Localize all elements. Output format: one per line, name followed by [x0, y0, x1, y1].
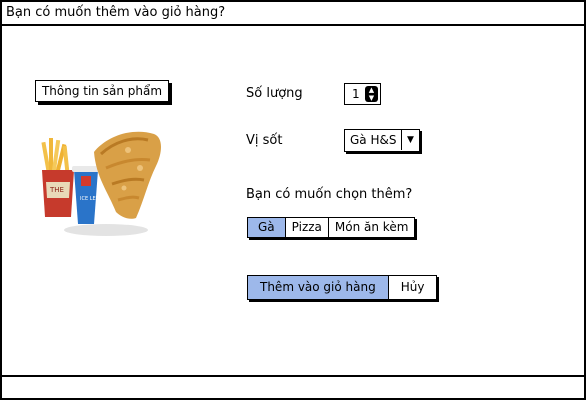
- quantity-value: 1: [352, 87, 360, 101]
- add-to-cart-button[interactable]: Thêm vào giỏ hàng: [248, 276, 389, 299]
- sauce-selected-value: Gà H&S: [350, 133, 397, 147]
- extras-option-mon-an-kem[interactable]: Món ăn kèm: [329, 218, 414, 237]
- stepper-arrows-icon[interactable]: ▲ ▼: [365, 86, 378, 102]
- chevron-down-icon[interactable]: ▼: [401, 130, 419, 150]
- fries-box-text: THE: [49, 186, 64, 194]
- title-bar: Bạn có muốn thêm vào giỏ hàng?: [2, 2, 584, 26]
- product-image: THE ICE LEMON TEA: [41, 131, 161, 236]
- product-info-button[interactable]: Thông tin sản phẩm: [35, 80, 169, 102]
- extras-segmented-control: Gà Pizza Món ăn kèm: [247, 217, 416, 238]
- extras-option-ga[interactable]: Gà: [248, 218, 286, 237]
- cancel-button[interactable]: Hủy: [389, 276, 437, 299]
- quantity-label: Số lượng: [246, 86, 303, 101]
- extras-question: Bạn có muốn chọn thêm?: [246, 187, 413, 202]
- extras-option-pizza[interactable]: Pizza: [286, 218, 329, 237]
- sauce-select[interactable]: Gà H&S ▼: [344, 129, 420, 152]
- quantity-stepper[interactable]: 1 ▲ ▼: [344, 83, 381, 105]
- dialog-window: Bạn có muốn thêm vào giỏ hàng? Thông tin…: [0, 0, 586, 400]
- action-buttons: Thêm vào giỏ hàng Hủy: [247, 275, 438, 300]
- status-bar: [2, 375, 584, 400]
- window-title: Bạn có muốn thêm vào giỏ hàng?: [6, 5, 226, 20]
- sauce-label: Vị sốt: [246, 133, 283, 148]
